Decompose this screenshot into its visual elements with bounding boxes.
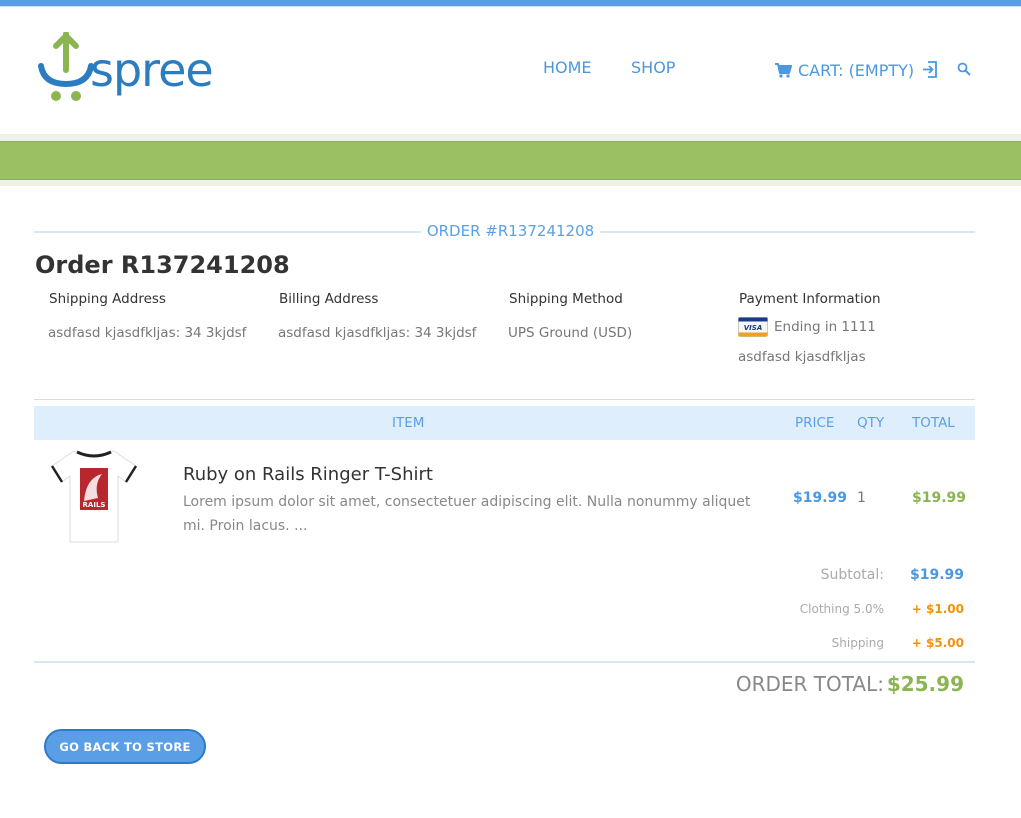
payment-info-block: Payment Information VISA Ending in 1111 … (738, 291, 881, 365)
nav-cart-link[interactable]: CART: (EMPTY) (775, 58, 914, 82)
column-header-item: ITEM (392, 415, 425, 431)
spree-logo[interactable]: spree (38, 32, 214, 104)
search-icon[interactable] (957, 62, 971, 76)
tax-value: + $1.00 (911, 602, 964, 616)
shipping-value: + $5.00 (911, 636, 964, 650)
column-header-qty: QTY (857, 415, 885, 431)
info-divider (34, 399, 975, 400)
section-title-rule (34, 231, 975, 233)
shipping-label: Shipping (831, 636, 884, 650)
line-item-qty: 1 (857, 490, 866, 506)
back-to-store-button[interactable]: GO BACK TO STORE (44, 729, 206, 764)
line-items-table-header: ITEM PRICE QTY TOTAL (34, 406, 975, 440)
payment-card-ending: Ending in 1111 (774, 319, 876, 335)
shipping-address-label: Shipping Address (49, 291, 166, 307)
top-accent-bar (0, 0, 1021, 7)
line-item-price: $19.99 (793, 490, 848, 506)
hero-band (0, 141, 1021, 180)
tax-label: Clothing 5.0% (799, 602, 884, 616)
cart-label: CART: (EMPTY) (798, 60, 915, 80)
nav-shop-link[interactable]: SHOP (631, 58, 675, 82)
shipping-method-label: Shipping Method (509, 291, 623, 307)
order-total-value: $25.99 (886, 672, 964, 696)
nav-home-link[interactable]: HOME (543, 58, 592, 82)
product-image-badge: RAILS (83, 501, 106, 509)
payment-card-line: VISA Ending in 1111 (738, 317, 881, 337)
order-total-rule (34, 661, 975, 663)
product-name-link[interactable]: Ruby on Rails Ringer T-Shirt (183, 464, 433, 485)
subtotal-value: $19.99 (909, 567, 964, 583)
product-image[interactable]: RAILS (44, 446, 144, 546)
logo-wordmark: spree (90, 43, 214, 97)
billing-address-value: asdfasd kjasdfkljas: 34 3kjdsf (278, 325, 477, 341)
shipping-address-block: Shipping Address asdfasd kjasdfkljas: 34… (48, 291, 246, 341)
cart-icon (775, 62, 792, 78)
product-description: Lorem ipsum dolor sit amet, consectetuer… (183, 494, 751, 534)
shipping-method-value: UPS Ground (USD) (508, 325, 633, 341)
spree-logo-icon (38, 32, 94, 101)
column-header-total: TOTAL (912, 415, 955, 431)
billing-address-label: Billing Address (279, 291, 379, 307)
column-header-price: PRICE (795, 415, 835, 431)
shipping-method-block: Shipping Method UPS Ground (USD) (508, 291, 632, 341)
order-total-label: ORDER TOTAL: (735, 672, 884, 696)
subtotal-label: Subtotal: (820, 567, 884, 583)
billing-address-block: Billing Address asdfasd kjasdfkljas: 34 … (278, 291, 476, 341)
visa-card-brand: VISA (744, 324, 762, 332)
login-icon[interactable] (922, 61, 938, 78)
shipping-address-value: asdfasd kjasdfkljas: 34 3kjdsf (48, 325, 247, 341)
page-title: Order R137241208 (35, 251, 290, 279)
payment-info-label: Payment Information (739, 291, 881, 307)
line-item-total: $19.99 (912, 490, 967, 506)
visa-card-icon: VISA (738, 317, 768, 337)
payment-cardholder-name: asdfasd kjasdfkljas (738, 349, 866, 365)
